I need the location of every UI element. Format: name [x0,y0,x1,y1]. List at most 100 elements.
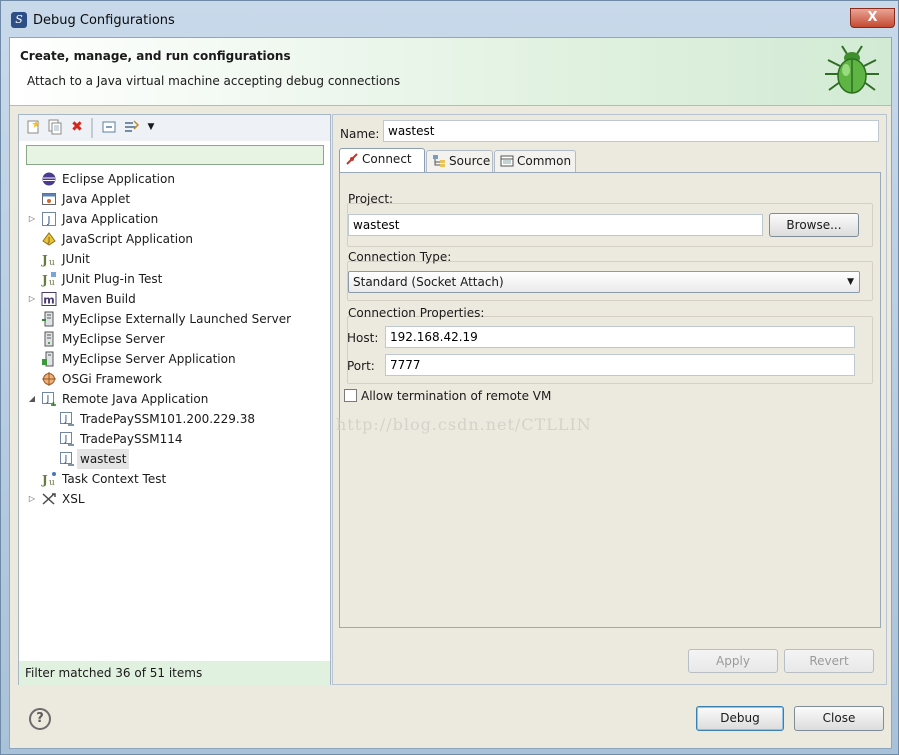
common-icon [500,154,514,168]
tree-item[interactable]: Jwastest [19,449,330,469]
tree-item[interactable]: MyEclipse Externally Launched Server [19,309,330,329]
collapsed-arrow-icon[interactable]: ▷ [27,289,37,309]
project-group-title: Project: [348,192,394,206]
tree-item-label: MyEclipse Server Application [62,352,236,366]
remote-java-icon: J [41,391,57,407]
project-input[interactable] [348,214,763,236]
tree-item[interactable]: ◢ J Remote Java Application [19,389,330,409]
connection-type-select[interactable]: Standard (Socket Attach) ▼ [348,271,860,293]
tree-item[interactable]: MyEclipse Server [19,329,330,349]
help-icon[interactable]: ? [29,708,51,730]
tree-item-label: TradePaySSM114 [80,432,183,446]
new-configuration-icon[interactable] [25,119,41,135]
source-icon [432,154,446,168]
configuration-toolbar: ✖ ▼ [19,115,330,141]
window-title: Debug Configurations [33,13,175,28]
close-button[interactable]: Close [794,706,884,731]
tree-item-label: wastest [77,449,130,469]
connection-type-value: Standard (Socket Attach) [353,275,504,289]
filter-input[interactable] [26,145,324,165]
configuration-name-input[interactable] [383,120,879,142]
server-icon [41,331,57,347]
osgi-icon [41,371,57,387]
svg-text:J: J [41,273,48,287]
tree-item-label: TradePaySSM101.200.229.38 [80,412,256,426]
tab-source[interactable]: Source [426,150,493,172]
tree-item[interactable]: ▷ J Java Application [19,209,330,229]
debug-button[interactable]: Debug [696,706,784,731]
tab-label: Common [517,154,572,168]
tree-item[interactable]: Ju JUnit [19,249,330,269]
tree-item-label: JavaScript Application [62,232,194,246]
remote-config-icon: J [59,431,75,447]
tree-item[interactable]: MyEclipse Server Application [19,349,330,369]
connection-type-title: Connection Type: [348,250,452,264]
tree-item-label: OSGi Framework [62,372,162,386]
expanded-arrow-icon[interactable]: ◢ [27,389,37,409]
svg-text:J: J [64,415,68,425]
dialog-client-area: Create, manage, and run configurations A… [9,37,892,749]
name-label: Name: [340,127,380,141]
filter-status: Filter matched 36 of 51 items [19,661,330,685]
apply-button[interactable]: Apply [688,649,778,673]
tree-item[interactable]: ▷ m Maven Build [19,289,330,309]
connect-tab-content: Project: Browse... Connection Type: Stan… [339,172,881,628]
tree-item[interactable]: Ju Task Context Test [19,469,330,489]
tree-item-label: Maven Build [62,292,136,306]
allow-termination-checkbox[interactable] [344,389,357,402]
collapsed-arrow-icon[interactable]: ▷ [27,209,37,229]
dropdown-icon[interactable]: ▼ [143,119,159,135]
tree-item-label: Task Context Test [62,472,167,486]
title-bar[interactable]: S Debug Configurations X [1,1,898,37]
tree-item[interactable]: J TradePaySSM101.200.229.38 [19,409,330,429]
delete-icon[interactable]: ✖ [69,119,85,135]
tab-common[interactable]: Common [494,150,576,172]
tree-item-label: Remote Java Application [62,392,209,406]
tree-item[interactable]: ▷ XSL [19,489,330,509]
svg-text:J: J [64,435,68,445]
svg-text:u: u [49,258,55,267]
port-input[interactable] [385,354,855,376]
configuration-tree: Eclipse Application Java Applet ▷ J Java App… [19,169,330,657]
filter-icon[interactable] [123,119,140,135]
window-close-button[interactable]: X [850,8,895,28]
tree-item[interactable]: J JavaScript Application [19,229,330,249]
port-label: Port: [347,359,375,373]
external-server-icon [41,311,57,327]
configuration-editor-panel: Name: Connect Source [332,114,887,685]
connection-properties-title: Connection Properties: [348,306,485,320]
junit-plugin-icon: Ju [41,271,57,288]
bug-icon [825,45,879,94]
chevron-down-icon: ▼ [847,277,854,287]
host-input[interactable] [385,326,855,348]
tree-item-label: MyEclipse Server [62,332,165,346]
tree-item-label: MyEclipse Externally Launched Server [62,312,292,326]
svg-text:J: J [64,455,68,465]
svg-text:J: J [41,473,48,487]
duplicate-icon[interactable] [47,119,63,135]
toolbar-separator [91,118,93,138]
configuration-list-panel: ✖ ▼ Eclipse Application Java Applet ▷ J Java… [18,114,331,685]
banner-message: Attach to a Java virtual machine accepti… [27,74,401,88]
svg-text:J: J [47,236,50,244]
collapsed-arrow-icon[interactable]: ▷ [27,489,37,509]
svg-text:J: J [47,215,51,226]
tree-item[interactable]: Ju JUnit Plug-in Test [19,269,330,289]
tree-item[interactable]: Java Applet [19,189,330,209]
tree-item[interactable]: Eclipse Application [19,169,330,189]
xsl-icon [41,491,57,507]
connect-icon [345,152,359,166]
applet-icon [41,191,57,207]
browse-button[interactable]: Browse... [769,213,859,237]
tab-connect[interactable]: Connect [339,148,425,173]
junit-icon: Ju [41,251,57,268]
tree-item[interactable]: J TradePaySSM114 [19,429,330,449]
tree-item-label: XSL [62,492,85,506]
remote-config-icon: J [59,411,75,427]
banner-title: Create, manage, and run configurations [20,49,291,63]
tree-item[interactable]: OSGi Framework [19,369,330,389]
collapse-all-icon[interactable] [101,119,117,135]
maven-icon: m [41,291,57,307]
svg-text:J: J [46,395,50,405]
revert-button[interactable]: Revert [784,649,874,673]
